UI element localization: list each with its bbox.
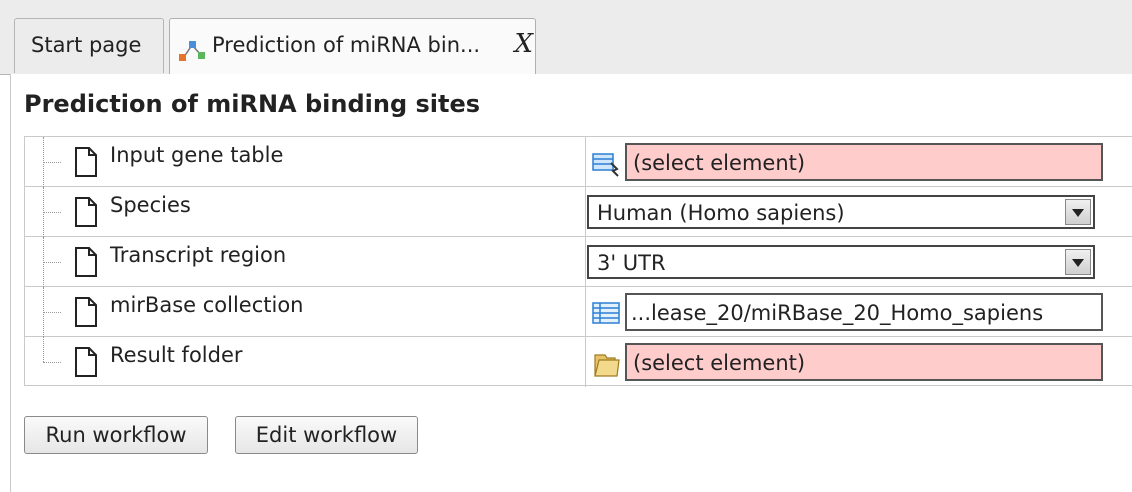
param-row-transcript-region: Transcript region 3' UTR xyxy=(25,237,1132,287)
transcript-region-selected-value: 3' UTR xyxy=(597,251,666,275)
species-selected-value: Human (Homo sapiens) xyxy=(597,201,845,225)
tab-bar: Start page Prediction of miRNA bin... X xyxy=(0,0,1132,75)
param-label-mirbase-collection: mirBase collection xyxy=(110,293,304,317)
result-folder-field[interactable]: (select element) xyxy=(625,343,1103,381)
tab-start-page-label: Start page xyxy=(31,33,142,57)
param-label-result-folder: Result folder xyxy=(110,343,243,367)
run-workflow-button[interactable]: Run workflow xyxy=(24,416,208,454)
param-label-input-gene-table: Input gene table xyxy=(110,143,284,167)
document-icon xyxy=(75,347,97,377)
workflow-icon xyxy=(179,41,205,61)
param-row-mirbase-collection: mirBase collection ...lease_20/miRBase_2… xyxy=(25,287,1132,337)
table-icon[interactable] xyxy=(591,299,621,327)
document-icon xyxy=(75,197,97,227)
param-row-result-folder: Result folder (select element) xyxy=(25,337,1132,387)
table-link-icon[interactable] xyxy=(591,149,621,177)
document-icon xyxy=(75,247,97,277)
input-gene-table-field[interactable]: (select element) xyxy=(625,143,1103,181)
page-title: Prediction of miRNA binding sites xyxy=(24,90,481,118)
param-label-species: Species xyxy=(110,193,191,217)
param-label-transcript-region: Transcript region xyxy=(110,243,287,267)
parameters-table: Input gene table (select element) Specie… xyxy=(24,136,1132,387)
close-tab-icon[interactable]: X xyxy=(514,29,533,59)
chevron-down-icon[interactable] xyxy=(1065,199,1091,225)
edit-workflow-button[interactable]: Edit workflow xyxy=(235,416,418,454)
param-row-input-gene-table: Input gene table (select element) xyxy=(25,137,1132,187)
species-dropdown[interactable]: Human (Homo sapiens) xyxy=(587,195,1095,229)
document-icon xyxy=(75,147,97,177)
tab-start-page[interactable]: Start page xyxy=(14,18,164,73)
tab-prediction-label: Prediction of miRNA bin... xyxy=(212,33,481,57)
chevron-down-icon[interactable] xyxy=(1065,249,1091,275)
tab-prediction-mirna[interactable]: Prediction of miRNA bin... X xyxy=(169,18,536,75)
param-row-species: Species Human (Homo sapiens) xyxy=(25,187,1132,237)
transcript-region-dropdown[interactable]: 3' UTR xyxy=(587,245,1095,279)
folder-icon[interactable] xyxy=(591,349,621,377)
mirbase-collection-field[interactable]: ...lease_20/miRBase_20_Homo_sapiens xyxy=(625,293,1103,331)
document-icon xyxy=(75,297,97,327)
